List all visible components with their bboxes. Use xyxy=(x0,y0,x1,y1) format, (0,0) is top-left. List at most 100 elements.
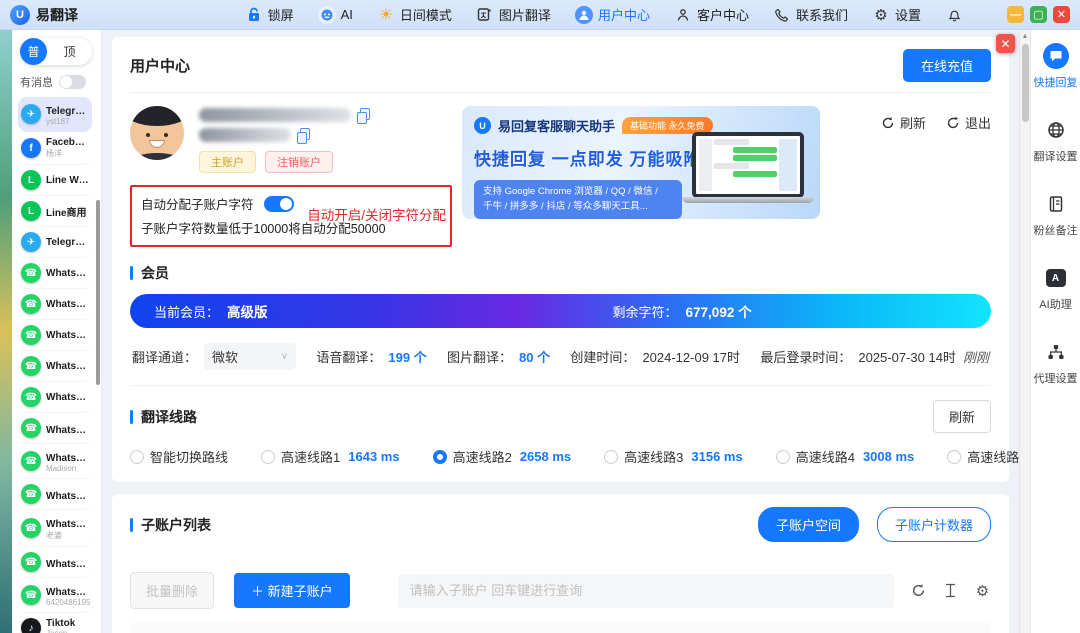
lines-refresh-button[interactable]: 刷新 xyxy=(933,400,991,433)
promo-support-text: 支持 Google Chrome 浏览器 / QQ / 微信 / 千牛 / 拼多… xyxy=(474,180,682,219)
notification-bell[interactable] xyxy=(945,6,963,24)
account-sub: yst187 xyxy=(46,117,90,126)
scroll-up-arrow[interactable]: ▲ xyxy=(1020,30,1030,40)
nav-customer-center[interactable]: 客户中心 xyxy=(674,5,749,24)
whatsapp-icon: ☎ xyxy=(21,451,41,471)
subaccount-section-header: 子账户列表 子账户空间 子账户计数器 xyxy=(130,507,991,542)
chevron-down-icon: ∨ xyxy=(281,351,288,362)
nav-settings[interactable]: ⚙ 设置 xyxy=(872,5,921,24)
nav-lock-screen[interactable]: 锁屏 xyxy=(245,5,294,24)
has-message-toggle[interactable] xyxy=(59,75,86,89)
image-value: 80 个 xyxy=(519,347,550,366)
close-button[interactable]: ✕ xyxy=(1053,6,1070,23)
nav-day-mode[interactable]: ☀ 日间模式 xyxy=(377,5,452,24)
line-option-1[interactable]: 高速线路1 1643 ms xyxy=(261,447,400,466)
subaccount-counter-button[interactable]: 子账户计数器 xyxy=(877,507,991,542)
nav-ai[interactable]: AI xyxy=(318,6,353,24)
account-sub: 64204861950 xyxy=(46,598,90,607)
subaccount-toolbar: 批量删除 ＋ 新建子账户 ⚙ xyxy=(130,572,991,609)
whatsapp-icon: ☎ xyxy=(21,518,41,538)
sidebar-segmented-control[interactable]: 普 顶 xyxy=(20,38,92,65)
sidebar-account-item[interactable]: ♪TiktokJason xyxy=(18,613,92,633)
sidebar-account-item[interactable]: fFacebook杨洋 xyxy=(18,132,92,165)
copy-icon[interactable] xyxy=(297,128,309,142)
line-option-3[interactable]: 高速线路3 3156 ms xyxy=(604,447,743,466)
line-option-smart[interactable]: 智能切换路线 xyxy=(130,447,228,466)
promo-banner[interactable]: U 易回复客服聊天助手 基础功能 永久免费 快捷回复 一点即发 万能吸附 支持 … xyxy=(462,106,820,219)
recharge-button[interactable]: 在线充值 xyxy=(903,49,991,82)
radio-icon xyxy=(776,450,790,464)
sidebar-account-item[interactable]: ☎Whatsapp3 xyxy=(18,351,92,382)
sidebar-account-item[interactable]: ☎Whatsapp5 xyxy=(18,382,92,413)
sidebar-account-item[interactable]: ☎Whatsapp 多... xyxy=(18,547,92,578)
sidebar-account-item[interactable]: LLine Work xyxy=(18,165,92,196)
sidebar-account-item[interactable]: ☎Whatsapp 多...Madison xyxy=(18,444,92,479)
image-label: 图片翻译： xyxy=(447,347,512,366)
sidebar-account-item[interactable]: ☎Whatsapp 多... xyxy=(18,479,92,510)
telegram-icon: ✈ xyxy=(21,232,41,252)
logout-button[interactable]: 退出 xyxy=(946,113,991,132)
nav-contact-us[interactable]: 联系我们 xyxy=(773,5,848,24)
line-option-5[interactable]: 高速线路5 2605 ms xyxy=(947,447,1019,466)
subaccount-space-button[interactable]: 子账户空间 xyxy=(758,507,859,542)
account-name: Whatsapp 多... xyxy=(46,515,90,530)
segment-top[interactable]: 顶 xyxy=(47,43,92,60)
channel-select[interactable]: 微软 ∨ xyxy=(204,343,296,370)
auto-assign-toggle[interactable] xyxy=(264,196,294,212)
table-refresh-icon[interactable] xyxy=(910,582,927,599)
session-actions: 刷新 退出 xyxy=(881,106,991,247)
batch-delete-button[interactable]: 批量删除 xyxy=(130,572,214,609)
tool-fan-notes[interactable]: 粉丝备注 xyxy=(1034,191,1078,238)
row-density-icon[interactable] xyxy=(942,582,959,599)
subaccount-search-input[interactable] xyxy=(398,574,894,608)
line-icon: L xyxy=(21,201,41,221)
tool-translate-settings[interactable]: 翻译设置 xyxy=(1034,117,1078,164)
account-name: Whatsapp普... xyxy=(46,421,90,436)
voice-label: 语音翻译： xyxy=(316,347,381,366)
sidebar-account-item[interactable]: LLine商用 xyxy=(18,196,92,227)
column-settings-icon[interactable]: ⚙ xyxy=(974,582,991,599)
account-sub: 老婆 xyxy=(46,530,90,541)
sidebar-account-item[interactable]: ☎Whatsapp1 xyxy=(18,258,92,289)
promo-logo-icon: U xyxy=(474,117,491,134)
line-option-4[interactable]: 高速线路4 3008 ms xyxy=(776,447,915,466)
main-scrollbar[interactable]: ▲ xyxy=(1019,30,1030,633)
account-sub: Madison xyxy=(46,464,90,473)
user-icon xyxy=(575,6,593,24)
sidebar-scrollbar[interactable] xyxy=(96,200,100,385)
account-id-redacted xyxy=(199,128,291,142)
whatsapp-icon: ☎ xyxy=(21,263,41,283)
maximize-button[interactable]: ▢ xyxy=(1030,6,1047,23)
tool-ai-assistant[interactable]: A AI助理 xyxy=(1039,265,1071,312)
tool-proxy-settings[interactable]: 代理设置 xyxy=(1034,339,1078,386)
tool-quick-reply[interactable]: 快捷回复 xyxy=(1034,43,1078,90)
subaccount-title: 子账户列表 xyxy=(141,515,211,535)
create-subaccount-button[interactable]: ＋ 新建子账户 xyxy=(234,573,350,608)
sidebar-account-item[interactable]: ☎Whatsapp普... xyxy=(18,413,92,444)
line-option-2-selected[interactable]: 高速线路2 2658 ms xyxy=(433,447,572,466)
membership-section-header: 会员 xyxy=(130,263,991,283)
account-name: Whatsapp5 xyxy=(46,392,90,403)
copy-icon[interactable] xyxy=(357,108,369,122)
nav-image-translate[interactable]: 图片翻译 xyxy=(476,5,551,24)
auto-assign-annotation: 自动开启/关闭字符分配 xyxy=(307,204,446,224)
member-level: 高级版 xyxy=(227,301,268,321)
nav-user-center[interactable]: 用户中心 xyxy=(575,5,650,24)
segment-normal[interactable]: 普 xyxy=(20,38,47,65)
titlebar-nav: 锁屏 AI ☀ 日间模式 图片翻译 用户中心 xyxy=(245,5,1070,24)
account-list: ✈Telegram多...yst187fFacebook杨洋LLine Work… xyxy=(18,97,97,633)
sidebar-account-item[interactable]: ☎Whatsapp3 xyxy=(18,320,92,351)
subaccount-table: 子账户名称 已用/可用字符 已用/可用语音 已用/可用图片 是否启用 操作 (3… xyxy=(130,623,991,633)
scrollbar-thumb[interactable] xyxy=(1022,44,1029,122)
minimize-button[interactable]: — xyxy=(1007,6,1024,23)
panel-close-icon[interactable]: ✕ xyxy=(996,34,1015,53)
sidebar-account-item[interactable]: ☎Whatsapp 多...64204861950 xyxy=(18,578,92,613)
cancel-account-button[interactable]: 注销账户 xyxy=(265,151,333,173)
refresh-account-button[interactable]: 刷新 xyxy=(881,113,926,132)
sidebar-account-item[interactable]: ☎Whatsapp2 xyxy=(18,289,92,320)
account-sub: Jason xyxy=(46,629,75,633)
sidebar-account-item[interactable]: ☎ Whatsapp 多...老婆 xyxy=(18,510,92,547)
sidebar-account-item[interactable]: ✈Telegram多...yst187 xyxy=(18,97,92,132)
sidebar-account-item[interactable]: ✈Telegram Z xyxy=(18,227,92,258)
titlebar: U 易翻译 锁屏 AI ☀ 日间模式 图片翻译 xyxy=(0,0,1080,30)
